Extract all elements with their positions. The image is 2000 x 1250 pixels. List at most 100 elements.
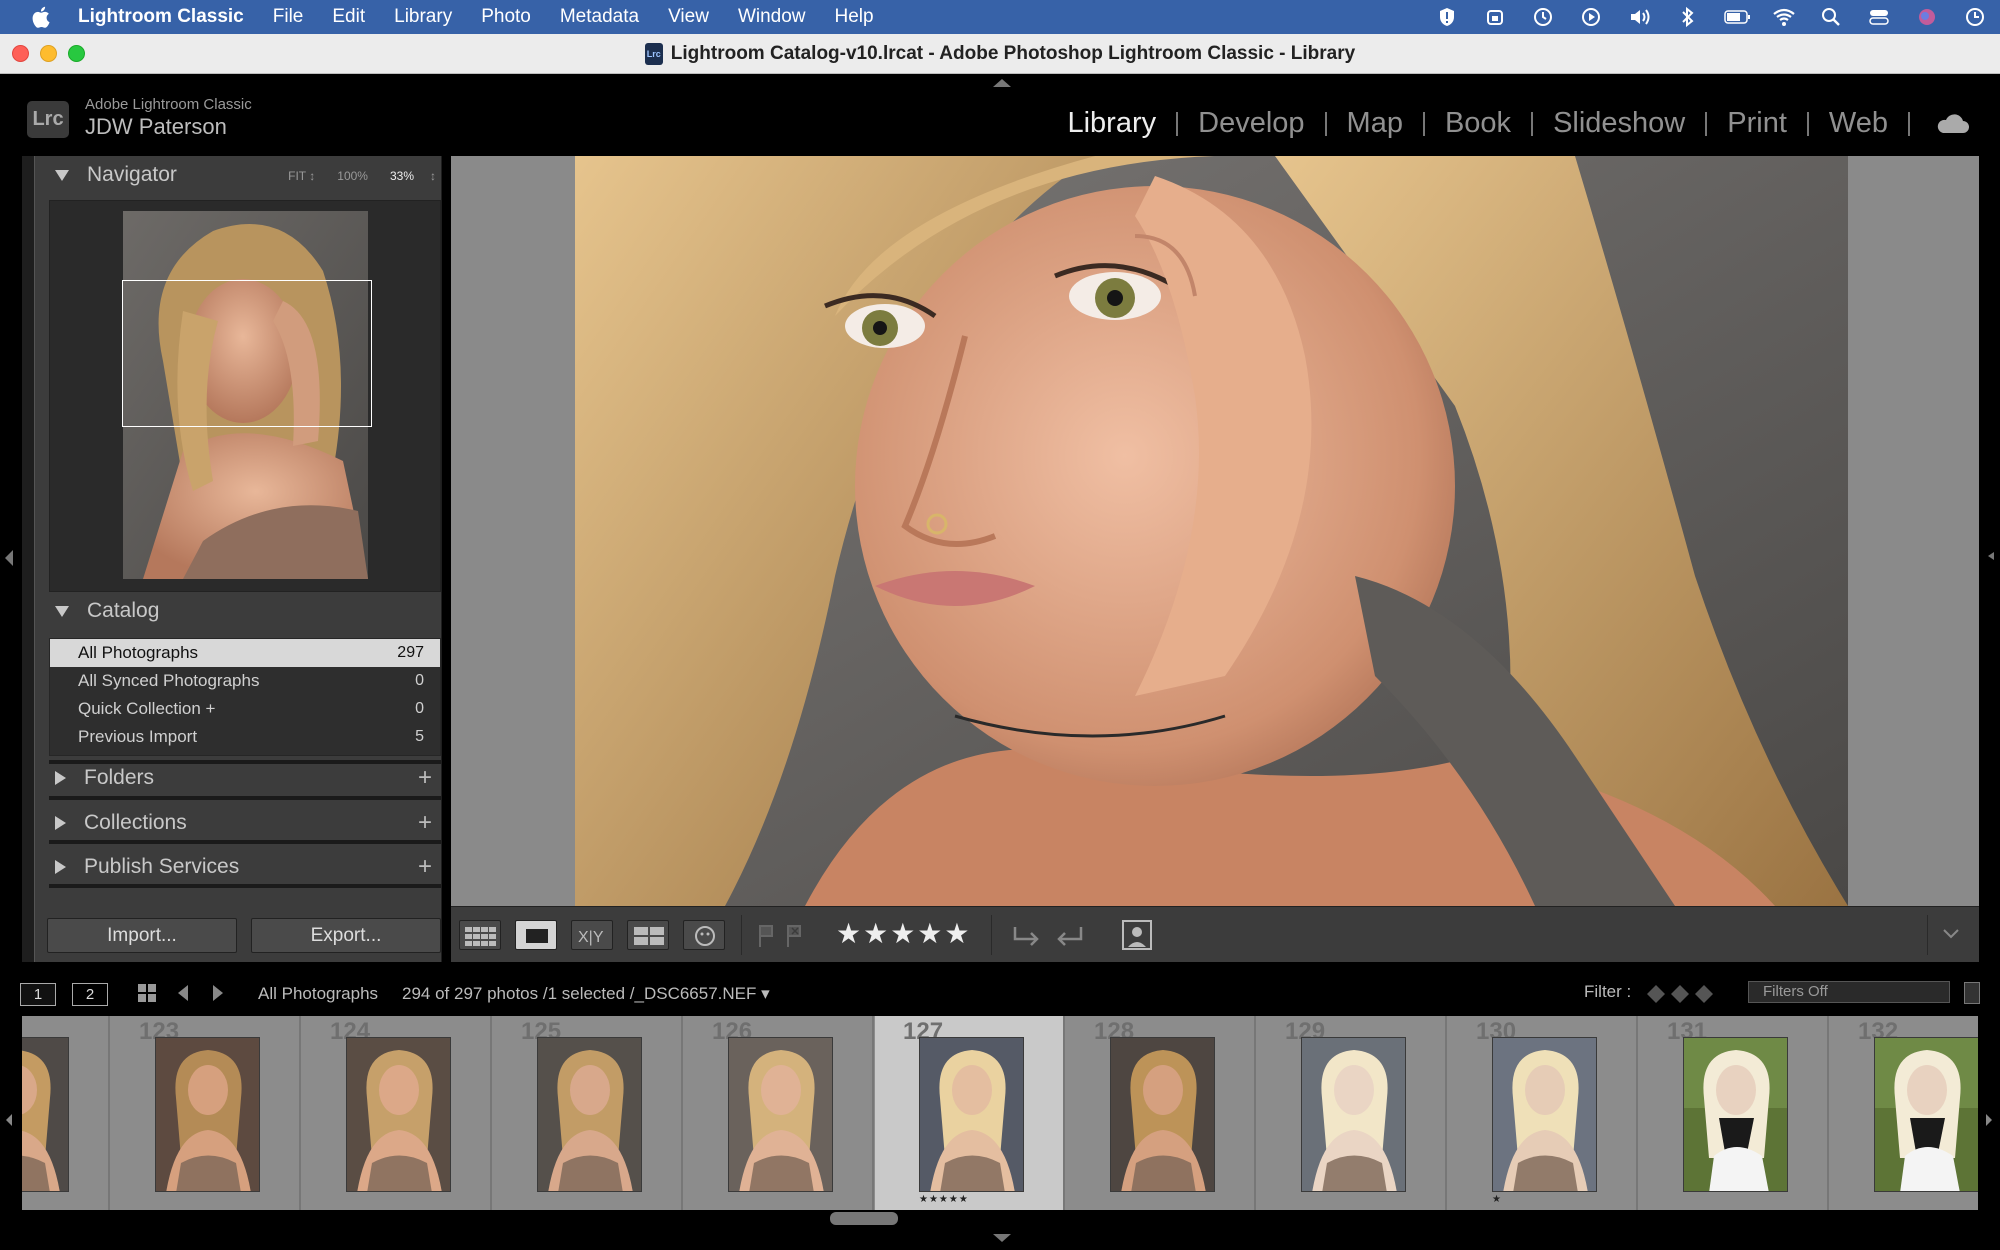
module-develop[interactable]: Develop [1198, 107, 1304, 140]
module-map[interactable]: Map [1347, 107, 1403, 140]
navigator-title: Navigator [87, 163, 177, 186]
zoom-window-button[interactable] [68, 45, 85, 62]
zoom-100[interactable]: 100% [337, 169, 368, 183]
clock-icon[interactable] [1964, 6, 1990, 28]
crop-overlay-icon[interactable] [1119, 917, 1155, 953]
time-machine-icon[interactable] [1532, 6, 1558, 28]
loupe-view[interactable] [451, 156, 1979, 906]
people-view-button[interactable] [683, 920, 725, 950]
collapse-triangle-icon [55, 169, 69, 181]
menu-metadata[interactable]: Metadata [560, 6, 639, 28]
filmstrip-thumbnail [1110, 1037, 1215, 1192]
zoom-fit[interactable]: FIT ↕ [288, 169, 315, 183]
filmstrip-cell[interactable]: 130 ★ [1448, 1016, 1638, 1210]
filmstrip-cell[interactable]: 124 [302, 1016, 492, 1210]
navigator-header[interactable]: Navigator FIT ↕ 100% 33% ↕ [35, 158, 442, 192]
module-slideshow[interactable]: Slideshow [1553, 107, 1685, 140]
next-arrow-icon[interactable] [207, 983, 227, 1003]
folders-header[interactable]: Folders + [35, 761, 442, 795]
publish-services-header[interactable]: Publish Services + [35, 850, 442, 884]
right-panel-toggle[interactable] [1986, 548, 1996, 564]
survey-view-button[interactable] [627, 920, 669, 950]
filmstrip-cell[interactable]: 132 [1830, 1016, 1978, 1210]
volume-icon[interactable] [1628, 6, 1654, 28]
menu-library[interactable]: Library [394, 6, 452, 28]
vpn-icon[interactable] [1484, 6, 1510, 28]
collections-header[interactable]: Collections + [35, 806, 442, 840]
filmstrip-left-toggle-icon[interactable] [4, 1112, 14, 1128]
zoom-33[interactable]: 33% [390, 169, 414, 183]
catalog-item-all-photographs[interactable]: All Photographs 297 [50, 639, 440, 667]
grid-icon[interactable] [136, 982, 158, 1004]
filmstrip-cell[interactable]: 126 [684, 1016, 874, 1210]
toolbar-menu-chevron-icon[interactable] [1941, 927, 1961, 941]
rotate-icons[interactable] [1011, 921, 1091, 951]
add-folder-icon[interactable]: + [418, 764, 432, 792]
left-panel-toggle[interactable] [5, 550, 13, 566]
add-collection-icon[interactable]: + [418, 809, 432, 837]
cloud-sync-icon[interactable] [1934, 113, 1970, 135]
filmstrip-cell[interactable]: 123 [111, 1016, 301, 1210]
navigator-preview[interactable] [49, 200, 441, 592]
menu-view[interactable]: View [668, 6, 709, 28]
module-book[interactable]: Book [1445, 107, 1511, 140]
flag-filter-icons[interactable] [1644, 983, 1716, 1005]
menu-help[interactable]: Help [835, 6, 874, 28]
shield-icon[interactable] [1436, 6, 1462, 28]
filter-lock-icon[interactable] [1964, 982, 1980, 1004]
bottom-panel-toggle[interactable] [993, 1234, 1011, 1242]
filmstrip-cell[interactable]: 127 ★★★★★ [875, 1016, 1065, 1210]
filmstrip-scroll-thumb[interactable] [830, 1212, 898, 1225]
menu-edit[interactable]: Edit [332, 6, 365, 28]
previous-arrow-icon[interactable] [174, 983, 194, 1003]
import-button[interactable]: Import... [47, 918, 237, 953]
filmstrip-info[interactable]: 294 of 297 photos /1 selected /_DSC6657.… [402, 984, 770, 1004]
filmstrip-cell[interactable]: 125 [493, 1016, 683, 1210]
catalog-item-previous-import[interactable]: Previous Import 5 [50, 723, 440, 751]
close-window-button[interactable] [12, 45, 29, 62]
filmstrip-source[interactable]: All Photographs [258, 984, 378, 1004]
filmstrip-thumbnail [1874, 1037, 1978, 1192]
compare-view-button[interactable]: X|Y [571, 920, 613, 950]
catalog-item-label: Quick Collection + [78, 699, 216, 718]
apple-menu-icon[interactable] [28, 3, 56, 31]
top-panel-toggle[interactable] [993, 79, 1011, 87]
battery-icon[interactable] [1724, 6, 1750, 28]
add-publish-service-icon[interactable]: + [418, 853, 432, 881]
grid-view-button[interactable] [459, 920, 501, 950]
control-center-icon[interactable] [1868, 6, 1894, 28]
catalog-item-count: 297 [397, 644, 424, 661]
filmstrip-cell[interactable]: 129 [1257, 1016, 1447, 1210]
module-web[interactable]: Web [1829, 107, 1888, 140]
minimize-window-button[interactable] [40, 45, 57, 62]
search-icon[interactable] [1820, 6, 1846, 28]
filmstrip-cell[interactable]: 131 [1639, 1016, 1829, 1210]
catalog-header[interactable]: Catalog [35, 594, 442, 628]
filter-preset-select[interactable]: Filters Off [1748, 981, 1950, 1003]
menu-window[interactable]: Window [738, 6, 806, 28]
bluetooth-icon[interactable] [1676, 6, 1702, 28]
module-library[interactable]: Library [1067, 107, 1156, 140]
zoom-more[interactable]: ↕ [430, 169, 436, 183]
primary-display-button[interactable]: 1 [20, 983, 56, 1006]
filmstrip-right-toggle-icon[interactable] [1984, 1112, 1994, 1128]
catalog-item-quick-collection[interactable]: Quick Collection + 0 [50, 695, 440, 723]
flag-icons[interactable] [756, 923, 816, 949]
module-print[interactable]: Print [1727, 107, 1787, 140]
star-rating[interactable]: ★★★★★ [836, 917, 972, 950]
menu-file[interactable]: File [273, 6, 304, 28]
identity-plate-name: JDW Paterson [85, 114, 227, 139]
loupe-view-button[interactable] [515, 920, 557, 950]
filmstrip-thumbnail [1683, 1037, 1788, 1192]
export-button[interactable]: Export... [251, 918, 441, 953]
play-icon[interactable] [1580, 6, 1606, 28]
catalog-item-all-synced[interactable]: All Synced Photographs 0 [50, 667, 440, 695]
secondary-display-button[interactable]: 2 [72, 983, 108, 1006]
menu-photo[interactable]: Photo [481, 6, 531, 28]
filmstrip-cell[interactable]: 128 [1066, 1016, 1256, 1210]
siri-icon[interactable] [1916, 6, 1942, 28]
wifi-icon[interactable] [1772, 6, 1798, 28]
filmstrip-cell[interactable] [22, 1016, 110, 1210]
navigator-zoom-box[interactable] [122, 280, 372, 427]
menu-app-name[interactable]: Lightroom Classic [78, 6, 244, 28]
